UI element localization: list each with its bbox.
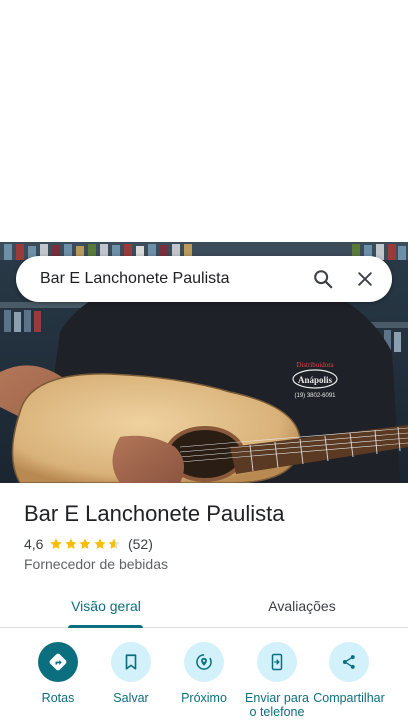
search-input[interactable]: Bar E Lanchonete Paulista xyxy=(16,270,302,288)
send-to-phone-label: Enviar para o telefone xyxy=(245,691,309,719)
tab-selected-indicator xyxy=(68,625,143,628)
bookmark-icon xyxy=(125,654,137,670)
nearby-icon xyxy=(196,654,212,670)
star-icon xyxy=(49,537,63,551)
share-icon xyxy=(342,655,355,669)
directions-label: Rotas xyxy=(41,691,75,705)
share-button[interactable]: Compartilhar xyxy=(309,642,389,705)
place-title: Bar E Lanchonete Paulista xyxy=(24,501,285,526)
send-to-phone-button[interactable]: Enviar para o telefone xyxy=(237,642,317,719)
directions-icon xyxy=(49,653,67,671)
close-icon xyxy=(358,272,372,286)
shirt-logo: Distribuidora Anápolis (19) 3802-6091 xyxy=(292,361,338,399)
tab-bar: Visão geral Avaliações xyxy=(0,584,408,628)
rating-row[interactable]: 4,6 (52) xyxy=(24,536,153,552)
save-button[interactable]: Salvar xyxy=(91,642,171,705)
star-icon xyxy=(93,537,107,551)
svg-text:(19) 3802-6091: (19) 3802-6091 xyxy=(294,393,336,399)
search-bar[interactable]: Bar E Lanchonete Paulista xyxy=(16,256,392,302)
action-bar: Rotas Salvar Próximo Enviar para o telef… xyxy=(0,642,408,726)
search-icon xyxy=(314,270,333,289)
tab-reviews[interactable]: Avaliações xyxy=(224,584,380,628)
nearby-button[interactable]: Próximo xyxy=(164,642,244,705)
svg-text:Distribuidora: Distribuidora xyxy=(296,361,334,369)
tab-overview[interactable]: Visão geral xyxy=(28,584,184,628)
share-label: Compartilhar xyxy=(313,691,385,705)
star-icon xyxy=(64,537,78,551)
star-icon xyxy=(78,537,92,551)
star-icon xyxy=(107,537,121,551)
star-rating xyxy=(49,537,122,551)
svg-text:Anápolis: Anápolis xyxy=(298,375,333,385)
directions-button[interactable]: Rotas xyxy=(18,642,98,705)
send-to-phone-icon xyxy=(271,653,283,671)
close-button[interactable] xyxy=(344,258,386,300)
save-label: Salvar xyxy=(113,691,149,705)
search-button[interactable] xyxy=(302,258,344,300)
place-category: Fornecedor de bebidas xyxy=(24,556,168,572)
map-blank-area xyxy=(0,0,408,242)
review-count: (52) xyxy=(127,536,153,552)
rating-value: 4,6 xyxy=(24,536,44,552)
nearby-label: Próximo xyxy=(181,691,227,705)
